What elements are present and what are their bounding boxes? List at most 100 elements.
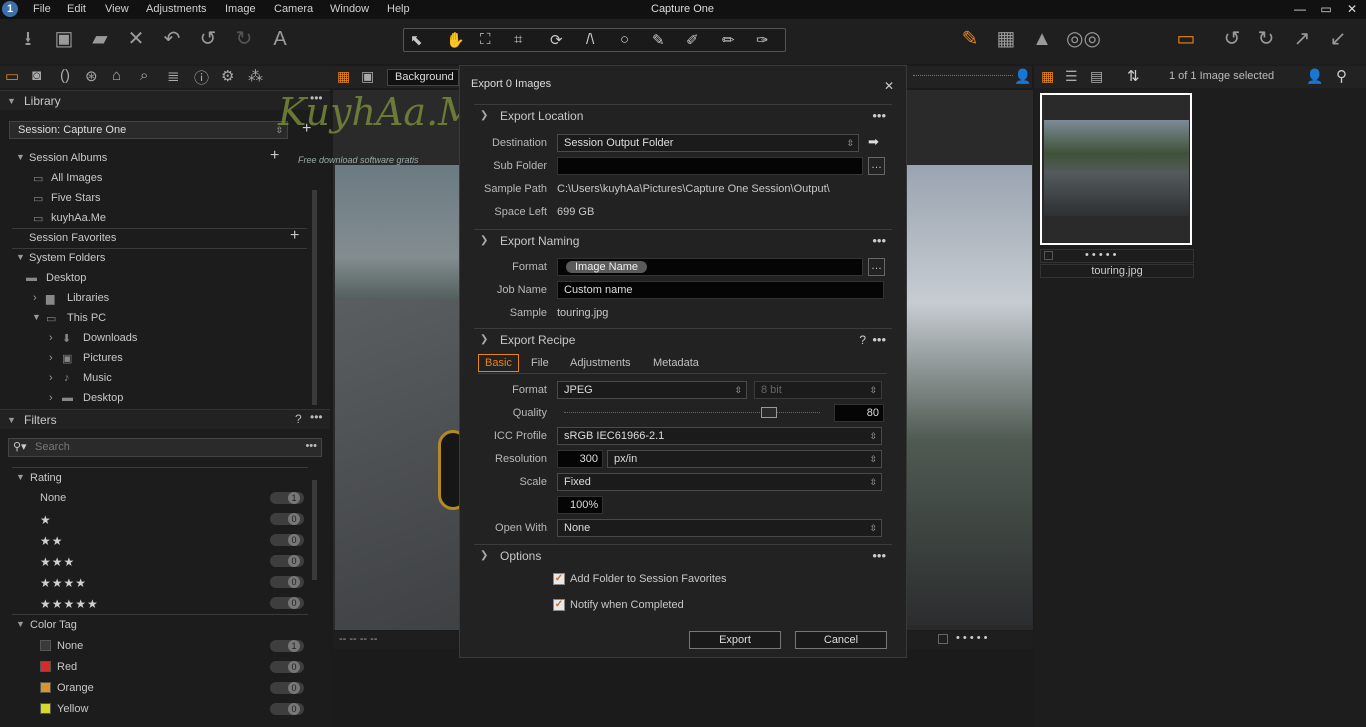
filter-search-input[interactable]: ⚲▾ Search •••	[8, 438, 322, 457]
edit-selected-icon[interactable]: ✎	[958, 27, 982, 51]
add-album-icon[interactable]: +	[270, 147, 279, 165]
brush-icon[interactable]: ✎	[652, 31, 665, 49]
gradient-icon[interactable]: ✑	[756, 31, 769, 49]
multi-view-icon[interactable]: ▦	[337, 68, 350, 85]
text-annotation-icon[interactable]: A	[268, 27, 292, 51]
format-token[interactable]: Image Name	[566, 261, 647, 273]
rotate-icon[interactable]: ⟳	[550, 31, 563, 49]
menu-camera[interactable]: Camera	[274, 3, 313, 15]
add-folder-checkbox[interactable]: ✓	[553, 573, 565, 585]
zoom-slider[interactable]	[913, 75, 1013, 78]
tab-adjustments[interactable]: Adjustments	[570, 357, 631, 369]
menu-adjustments[interactable]: Adjustments	[146, 3, 207, 15]
chevron-down-icon[interactable]: ▼	[16, 472, 25, 482]
search-more-icon[interactable]: •••	[305, 438, 317, 455]
copy-adjustments-icon[interactable]: ▭	[1174, 27, 1198, 51]
library-tab-icon[interactable]: ▭	[5, 67, 19, 85]
color-picker-icon[interactable]: ✐	[686, 31, 699, 49]
folder-libraries[interactable]: Libraries	[67, 292, 109, 304]
folder-this-pc[interactable]: This PC	[67, 312, 106, 324]
batch-tab-icon[interactable]: ⁂	[248, 67, 263, 85]
icc-profile-select[interactable]: sRGB IEC61966-2.1 ⇳	[557, 427, 882, 445]
export-button[interactable]: Export	[689, 631, 781, 649]
menu-edit[interactable]: Edit	[67, 3, 86, 15]
import-icon[interactable]: ⭳	[16, 27, 40, 51]
filters-more-icon[interactable]: •••	[310, 410, 323, 424]
delete-icon[interactable]: ✕	[124, 27, 148, 51]
album-all-images[interactable]: All Images	[51, 172, 102, 184]
more-icon[interactable]: •••	[872, 329, 886, 351]
reset-icon[interactable]: ↶	[160, 27, 184, 51]
menu-help[interactable]: Help	[387, 3, 410, 15]
open-with-select[interactable]: None ⇳	[557, 519, 882, 537]
capture-tab-icon[interactable]: ◙	[32, 67, 41, 84]
resolution-unit-select[interactable]: px/in ⇳	[607, 450, 882, 468]
quality-slider-thumb[interactable]	[760, 407, 777, 418]
browse-button[interactable]: …	[868, 157, 885, 175]
color-tag-yellow[interactable]: Yellow	[57, 703, 88, 715]
filters-header[interactable]: ▼ Filters	[0, 409, 330, 429]
help-icon[interactable]: ?	[859, 329, 866, 351]
exposure-tab-icon[interactable]: ⌂	[112, 67, 121, 84]
chevron-down-icon[interactable]: ▼	[32, 312, 41, 322]
thumbnail-image[interactable]	[1044, 120, 1189, 216]
folder-desktop-2[interactable]: Desktop	[83, 392, 123, 404]
more-icon[interactable]: •••	[872, 105, 886, 127]
details-tab-icon[interactable]: ⌕	[140, 67, 148, 84]
thumb-rating-dots[interactable]: • • • • •	[1085, 249, 1116, 261]
notify-checkbox[interactable]: ✓	[553, 599, 565, 611]
keystone-icon[interactable]: /\	[586, 31, 594, 48]
lens-tab-icon[interactable]: ()	[60, 67, 70, 84]
filmstrip-view-icon[interactable]: ▤	[1090, 68, 1103, 85]
chevron-right-icon[interactable]: ›	[49, 392, 53, 404]
color-tag-none[interactable]: None	[57, 640, 83, 652]
options-header[interactable]: ❯ Options •••	[474, 544, 892, 566]
redo-icon[interactable]: ↻	[232, 27, 256, 51]
close-window-button[interactable]: ✕	[1344, 1, 1360, 17]
filters-scrollbar[interactable]	[312, 480, 317, 580]
rating-none[interactable]: None	[40, 492, 66, 504]
chevron-right-icon[interactable]: ›	[49, 352, 53, 364]
proof-glasses-icon[interactable]: ◎◎	[1066, 27, 1101, 51]
rating-1-star[interactable]: ★	[40, 513, 52, 527]
exposure-warning-icon[interactable]: ▲	[1030, 27, 1054, 51]
output-tab-icon[interactable]: ⚙	[221, 67, 234, 85]
grid-icon[interactable]: ▦	[994, 27, 1018, 51]
background-select[interactable]: Background	[387, 69, 459, 86]
camera-icon[interactable]: ▣	[52, 27, 76, 51]
grid-view-icon[interactable]: ▦	[1041, 68, 1054, 85]
tab-file[interactable]: File	[531, 357, 549, 369]
chevron-right-icon[interactable]: ›	[49, 332, 53, 344]
system-folders-label[interactable]: System Folders	[29, 252, 105, 264]
add-folder-label[interactable]: Add Folder to Session Favorites	[570, 573, 727, 585]
subfolder-input[interactable]	[557, 157, 863, 175]
folder-downloads[interactable]: Downloads	[83, 332, 137, 344]
rotate-right-icon[interactable]: ↻	[1254, 27, 1278, 51]
quality-slider[interactable]	[564, 412, 820, 413]
search-icon[interactable]: ⚲	[1336, 67, 1347, 85]
color-tag-red[interactable]: Red	[57, 661, 77, 673]
naming-format-input[interactable]: Image Name	[557, 258, 863, 276]
erase-icon[interactable]: ✏	[722, 31, 735, 49]
session-select[interactable]: Session: Capture One ⇳	[9, 121, 288, 139]
scale-select[interactable]: Fixed ⇳	[557, 473, 882, 491]
chevron-down-icon[interactable]: ▼	[16, 619, 25, 629]
single-view-icon[interactable]: ▣	[361, 68, 374, 85]
rating-5-star[interactable]: ★★★★★	[40, 597, 99, 611]
copy-up-icon[interactable]: ↗	[1290, 27, 1314, 51]
scale-percent-input[interactable]: 100%	[557, 496, 603, 514]
tab-metadata[interactable]: Metadata	[653, 357, 699, 369]
notify-label[interactable]: Notify when Completed	[570, 599, 684, 611]
add-favorite-icon[interactable]: +	[290, 227, 299, 245]
cancel-button[interactable]: Cancel	[795, 631, 887, 649]
color-tag-orange[interactable]: Orange	[57, 682, 94, 694]
apply-down-icon[interactable]: ↙	[1326, 27, 1350, 51]
adjustments-tab-icon[interactable]: ≣	[167, 67, 180, 85]
sort-icon[interactable]: ⇅	[1127, 67, 1140, 85]
pan-cursor-icon[interactable]: ✋	[446, 31, 465, 49]
maximize-button[interactable]: ▭	[1318, 1, 1334, 17]
metadata-tab-icon[interactable]: ⓘ	[194, 67, 209, 88]
export-recipe-header[interactable]: ❯ Export Recipe ? •••	[474, 328, 892, 350]
folder-desktop[interactable]: Desktop	[46, 272, 86, 284]
minimize-button[interactable]: —	[1292, 1, 1308, 17]
